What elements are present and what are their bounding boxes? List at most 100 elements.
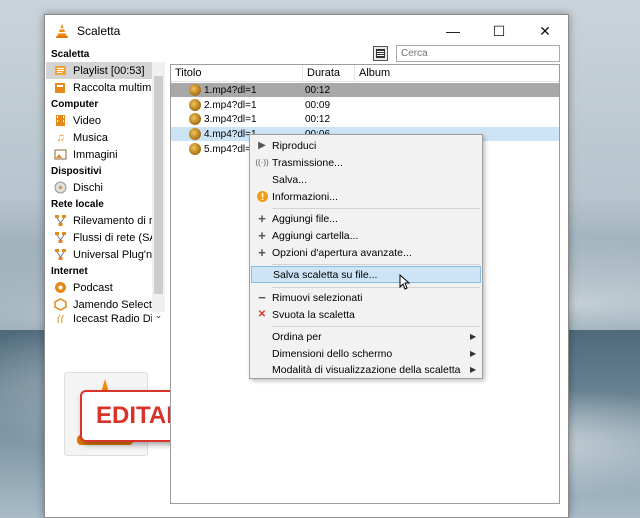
- menu-separator: [272, 287, 480, 288]
- window-title: Scaletta: [77, 24, 121, 38]
- menu-separator: [272, 326, 480, 327]
- sidebar-item-discs[interactable]: Dischi: [46, 179, 152, 196]
- minimize-button[interactable]: —: [430, 15, 476, 47]
- row-title: 2.mp4?dl=1: [204, 99, 257, 111]
- plus-icon: +: [258, 245, 266, 260]
- sidebar-section-devices: Dispositivi: [51, 166, 102, 177]
- sidebar-item-label: Flussi di rete (SA…: [73, 231, 152, 244]
- sidebar-item-podcast[interactable]: Podcast: [46, 279, 152, 296]
- column-header-duration[interactable]: Durata: [303, 65, 355, 81]
- sidebar-item-label: Universal Plug'n'…: [73, 248, 152, 261]
- row-title: 1.mp4?dl=1: [204, 84, 257, 96]
- menu-item-display-size[interactable]: Dimensioni dello schermo ▶: [251, 345, 481, 362]
- sidebar-item-music[interactable]: ♫ Musica: [46, 129, 152, 146]
- menu-item-sort-by[interactable]: Ordina per ▶: [251, 328, 481, 345]
- sidebar-item-playlist[interactable]: Playlist [00:53]: [46, 62, 152, 79]
- close-button[interactable]: ✕: [522, 15, 568, 47]
- vlc-media-icon: [189, 113, 201, 125]
- vlc-media-icon: [189, 143, 201, 155]
- playlist-header: Titolo Durata Album: [171, 65, 559, 82]
- sidebar-item-video[interactable]: Video: [46, 112, 152, 129]
- sidebar-item-label: Jamendo Selecti…: [73, 298, 152, 311]
- sidebar-item-jamendo[interactable]: Jamendo Selecti…: [46, 296, 152, 313]
- menu-item-label: Aggiungi cartella...: [272, 229, 359, 242]
- sidebar-section-local-network: Rete locale: [51, 199, 104, 210]
- radio-icon: ((: [56, 313, 65, 324]
- menu-item-advanced-open[interactable]: + Opzioni d'apertura avanzate...: [251, 244, 481, 261]
- menu-item-label: Salva...: [272, 173, 308, 186]
- sidebar-item-images[interactable]: Immagini: [46, 146, 152, 163]
- plus-icon: +: [258, 228, 266, 243]
- sidebar-item-network-discovery[interactable]: Rilevamento di r…: [46, 212, 152, 229]
- menu-item-clear-playlist[interactable]: ✕ Svuota la scaletta: [251, 306, 481, 323]
- menu-item-label: Ordina per: [272, 330, 322, 343]
- sidebar-item-label: Dischi: [73, 181, 103, 194]
- chevron-down-icon[interactable]: ⌄: [153, 310, 164, 322]
- image-icon: [54, 148, 67, 161]
- sidebar-item-label: Raccolta multim…: [73, 81, 152, 94]
- playlist-row[interactable]: 2.mp4?dl=1 00:09: [171, 98, 559, 112]
- sidebar: Scaletta Playlist [00:53] Raccolta multi…: [46, 46, 152, 330]
- maximize-button[interactable]: ☐: [476, 15, 522, 47]
- sidebar-item-label: Rilevamento di r…: [73, 214, 152, 227]
- column-header-album[interactable]: Album: [355, 65, 555, 81]
- row-duration: 00:12: [305, 84, 331, 96]
- menu-item-add-folder[interactable]: + Aggiungi cartella...: [251, 227, 481, 244]
- menu-item-label: Salva scaletta su file...: [273, 268, 378, 281]
- playlist-row[interactable]: 1.mp4?dl=1 00:12: [171, 83, 559, 97]
- sidebar-scrollbar-thumb[interactable]: [154, 76, 163, 294]
- sidebar-item-icecast[interactable]: (( Icecast Radio Di…: [46, 313, 152, 323]
- title-bar[interactable]: Scaletta — ☐ ✕: [45, 15, 568, 47]
- menu-item-label: Trasmissione...: [272, 156, 343, 169]
- menu-separator: [272, 264, 480, 265]
- search-input[interactable]: [396, 45, 560, 62]
- sidebar-item-label: Playlist [00:53]: [73, 64, 145, 77]
- sidebar-item-media-library[interactable]: Raccolta multim…: [46, 79, 152, 96]
- sidebar-item-upnp[interactable]: Universal Plug'n'…: [46, 246, 152, 263]
- sidebar-item-label: Musica: [73, 131, 108, 144]
- menu-item-label: Modalità di visualizzazione della scalet…: [272, 363, 461, 376]
- network-icon: [54, 248, 67, 261]
- vlc-media-icon: [189, 84, 201, 96]
- row-title: 3.mp4?dl=1: [204, 113, 257, 125]
- menu-item-view-mode[interactable]: Modalità di visualizzazione della scalet…: [251, 361, 481, 378]
- row-duration: 00:12: [305, 113, 331, 125]
- menu-item-save[interactable]: Salva...: [251, 171, 481, 188]
- network-icon: [54, 214, 67, 227]
- menu-item-label: Svuota la scaletta: [272, 308, 355, 321]
- disc-icon: [54, 181, 67, 194]
- music-icon: ♫: [56, 131, 65, 144]
- menu-item-label: Riproduci: [272, 139, 317, 152]
- plus-icon: +: [258, 211, 266, 226]
- menu-item-remove-selected[interactable]: − Rimuovi selezionati: [251, 289, 481, 306]
- vlc-media-icon: [189, 128, 201, 140]
- sidebar-item-label: Podcast: [73, 281, 113, 294]
- sidebar-section-internet: Internet: [51, 266, 88, 277]
- sidebar-section-scaletta: Scaletta: [51, 49, 90, 60]
- menu-item-label: Opzioni d'apertura avanzate...: [272, 246, 412, 259]
- playlist-icon: [54, 64, 67, 77]
- menu-separator: [272, 208, 480, 209]
- remove-icon: ✕: [257, 309, 267, 320]
- menu-item-play[interactable]: ▶ Riproduci: [251, 137, 481, 154]
- menu-item-stream[interactable]: ((·)) Trasmissione...: [251, 154, 481, 171]
- menu-item-add-file[interactable]: + Aggiungi file...: [251, 210, 481, 227]
- playlist-row[interactable]: 3.mp4?dl=1 00:12: [171, 112, 559, 126]
- playlist-view-button[interactable]: [373, 46, 388, 61]
- video-icon: [54, 114, 67, 127]
- menu-item-label: Aggiungi file...: [272, 212, 338, 225]
- submenu-arrow-icon: ▶: [470, 332, 477, 341]
- window-controls: — ☐ ✕: [430, 15, 568, 47]
- menu-item-label: Dimensioni dello schermo: [272, 347, 393, 360]
- sidebar-item-label: Icecast Radio Di…: [73, 313, 152, 323]
- submenu-arrow-icon: ▶: [470, 349, 477, 358]
- menu-item-save-playlist[interactable]: Salva scaletta su file...: [251, 266, 481, 283]
- jamendo-icon: [54, 298, 67, 311]
- sidebar-item-network-streams[interactable]: Flussi di rete (SA…: [46, 229, 152, 246]
- column-header-title[interactable]: Titolo: [171, 65, 303, 81]
- menu-item-info[interactable]: Informazioni...: [251, 188, 481, 205]
- stream-icon: ((·)): [255, 158, 269, 167]
- mouse-cursor-icon: [399, 273, 411, 290]
- sidebar-item-label: Immagini: [73, 148, 118, 161]
- play-icon: ▶: [258, 140, 266, 151]
